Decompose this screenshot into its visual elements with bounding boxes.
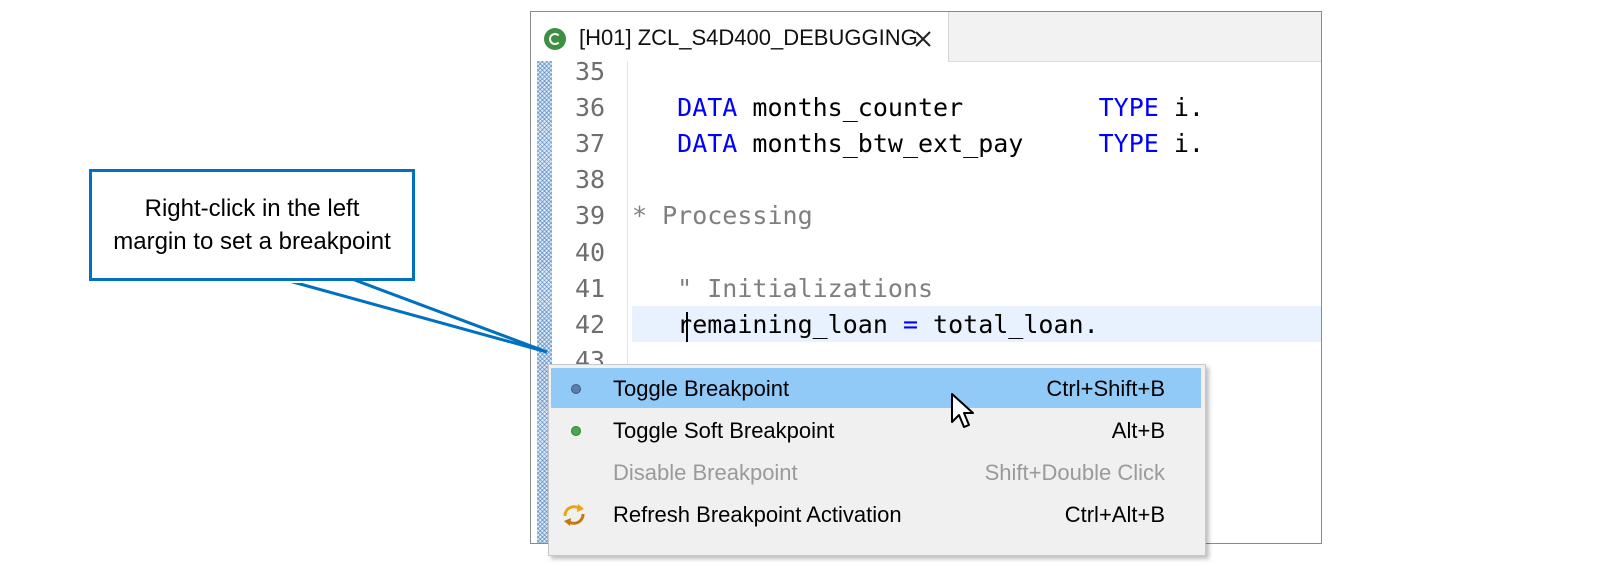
- instruction-callout: Right-click in the left margin to set a …: [89, 169, 415, 281]
- callout-text: Right-click in the left margin to set a …: [113, 195, 391, 255]
- callout-pointer: [281, 277, 548, 354]
- mouse-pointer-icon: [951, 393, 974, 428]
